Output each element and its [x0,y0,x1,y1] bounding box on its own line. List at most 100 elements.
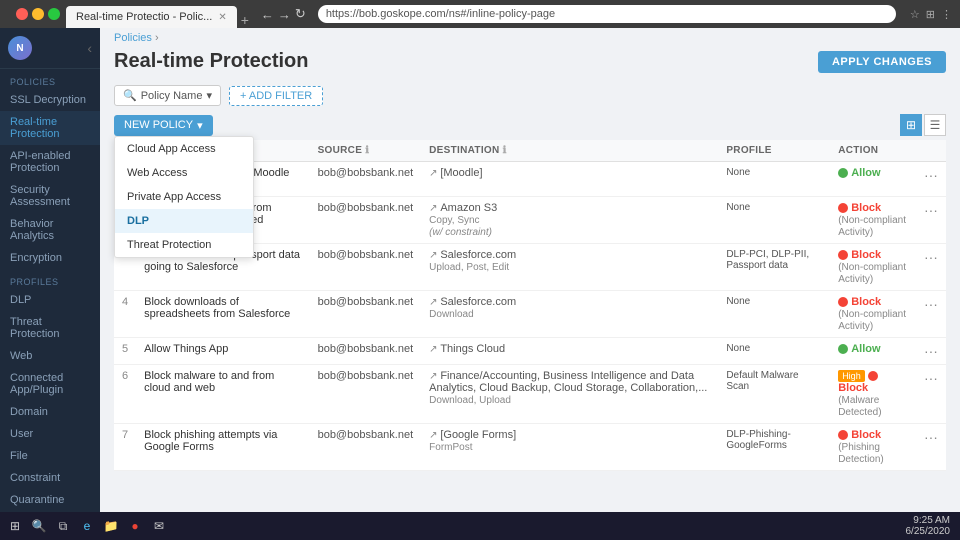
list-view-button[interactable]: ☰ [924,114,946,136]
grid-view-button[interactable]: ⊞ [900,114,922,136]
row-more-button[interactable]: ··· [924,429,938,445]
search-icon: 🔍 [123,89,137,102]
breadcrumb-parent[interactable]: Policies [114,32,152,44]
sidebar-item-api-enabled-protection[interactable]: API-enabled Protection [0,145,100,179]
active-tab[interactable]: Real-time Protectio - Polic... ✕ [66,6,237,28]
threat-protection-label: Threat Protection [10,316,90,340]
action-label: Allow [851,343,880,355]
edge-icon[interactable]: e [76,515,98,537]
close-button[interactable] [16,8,28,20]
refresh-button[interactable]: ↻ [295,6,306,22]
constraint-tag: (w/ constraint) [429,227,492,238]
row-more-button[interactable]: ··· [924,370,938,386]
bookmark-icon[interactable]: ☆ [910,8,920,21]
ssl-decryption-label: SSL Decryption [10,94,86,106]
more-cell[interactable]: ··· [916,291,946,338]
sidebar-item-connected-app[interactable]: Connected App/Plugin [0,367,100,401]
action-icon [838,250,848,260]
address-bar[interactable]: https://bob.goskope.com/ns#/inline-polic… [318,5,896,23]
file-explorer-icon[interactable]: 📁 [100,515,122,537]
sidebar-item-constraint[interactable]: Constraint [0,467,100,489]
tab-title: Real-time Protectio - Polic... [76,11,212,23]
task-view-icon[interactable]: ⧉ [52,515,74,537]
action-icon [838,344,848,354]
more-cell[interactable]: ··· [916,197,946,244]
menu-icon[interactable]: ⋮ [941,8,952,21]
cloud-app-access-label: Cloud App Access [127,143,216,155]
taskbar: ⊞ 🔍 ⧉ e 📁 ● ✉ 9:25 AM 6/25/2020 [0,512,960,540]
row-more-button[interactable]: ··· [924,249,938,265]
window-controls [16,8,60,20]
sidebar-item-user[interactable]: User [0,423,100,445]
sidebar-item-real-time-protection[interactable]: Real-timeProtection [0,111,100,145]
search-taskbar-icon[interactable]: 🔍 [28,515,50,537]
apply-changes-button[interactable]: APPLY CHANGES [818,51,946,73]
clock: 9:25 AM [906,515,951,526]
policy-name-cell[interactable]: Block phishing attempts via Google Forms [136,424,309,471]
action-note: (Non-compliant Activity) [838,215,906,238]
sidebar-item-security-assessment[interactable]: Security Assessment [0,179,100,213]
more-cell[interactable]: ··· [916,162,946,197]
sidebar-item-behavior-analytics[interactable]: Behavior Analytics [0,213,100,247]
destination-cell: ↗ Finance/Accounting, Business Intellige… [421,365,718,424]
sidebar-item-web[interactable]: Web [0,345,100,367]
row-more-button[interactable]: ··· [924,167,938,183]
add-filter-button[interactable]: + ADD FILTER [229,86,323,106]
action-note: (Malware Detected) [838,395,881,418]
start-button[interactable]: ⊞ [4,515,26,537]
table-row: 7 Block phishing attempts via Google For… [114,424,946,471]
profile-cell: None [718,162,830,197]
new-policy-label: NEW POLICY [124,119,193,131]
sidebar-item-ssl-decryption[interactable]: SSL Decryption [0,89,100,111]
policy-name-cell[interactable]: Block malware to and from cloud and web [136,365,309,424]
sidebar-item-encryption[interactable]: Encryption [0,247,100,269]
sidebar-item-threat-protection[interactable]: Threat Protection [0,311,100,345]
more-cell[interactable]: ··· [916,338,946,365]
sidebar-item-quarantine[interactable]: Quarantine [0,489,100,511]
sidebar-collapse-button[interactable]: ‹ [87,40,92,56]
dropdown-item-dlp[interactable]: DLP [115,209,253,233]
mail-icon[interactable]: ✉ [148,515,170,537]
breadcrumb-separator: › [155,32,159,44]
chrome-icon[interactable]: ● [124,515,146,537]
destination-cell: ↗ Salesforce.comUpload, Post, Edit [421,244,718,291]
new-policy-button[interactable]: NEW POLICY ▾ [114,115,213,136]
page-title: Real-time Protection [114,50,308,73]
logo-letter: N [16,43,23,54]
forward-button[interactable]: → [278,7,291,22]
tab-close-icon[interactable]: ✕ [218,12,226,23]
row-more-button[interactable]: ··· [924,343,938,359]
main-content: Policies › Real-time Protection APPLY CH… [100,28,960,512]
action-label: Block [851,429,881,441]
sidebar-item-domain[interactable]: Domain [0,401,100,423]
more-cell[interactable]: ··· [916,365,946,424]
dropdown-item-private-app-access[interactable]: Private App Access [115,185,253,209]
date: 6/25/2020 [906,526,951,537]
back-button[interactable]: ← [261,7,274,22]
policy-name-cell[interactable]: Block downloads of spreadsheets from Sal… [136,291,309,338]
more-cell[interactable]: ··· [916,424,946,471]
action-label: Block [851,202,881,214]
dest-main: ↗ Things Cloud [429,343,505,355]
dest-main: ↗ Finance/Accounting, Business Intellige… [429,370,707,394]
action-cell: Allow [830,338,916,365]
extensions-icon[interactable]: ⊞ [926,8,935,21]
policy-name-filter[interactable]: 🔍 Policy Name ▾ [114,85,221,106]
sidebar-item-dlp[interactable]: DLP [0,289,100,311]
connected-app-label: Connected App/Plugin [10,372,90,396]
sidebar-item-file[interactable]: File [0,445,100,467]
behavior-analytics-label: Behavior Analytics [10,218,90,242]
col-source: SOURCE ℹ [310,140,422,162]
dropdown-item-cloud-app-access[interactable]: Cloud App Access [115,137,253,161]
dropdown-item-web-access[interactable]: Web Access [115,161,253,185]
maximize-button[interactable] [48,8,60,20]
row-more-button[interactable]: ··· [924,202,938,218]
row-more-button[interactable]: ··· [924,296,938,312]
encryption-label: Encryption [10,252,62,264]
constraint-label: Constraint [10,472,60,484]
minimize-button[interactable] [32,8,44,20]
new-tab-button[interactable]: + [241,12,249,28]
policy-name-cell[interactable]: Allow Things App [136,338,309,365]
more-cell[interactable]: ··· [916,244,946,291]
dropdown-item-threat-protection[interactable]: Threat Protection [115,233,253,257]
